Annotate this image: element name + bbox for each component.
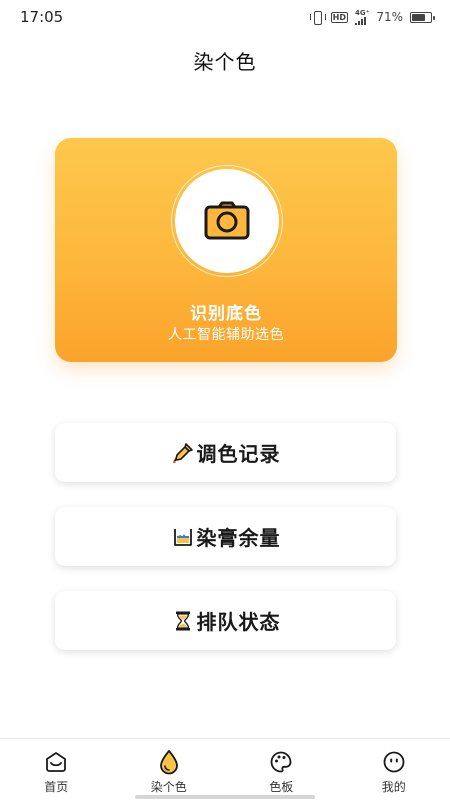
color-record-label: 调色记录 (196, 442, 281, 466)
home-icon (43, 749, 69, 775)
tab-me[interactable]: 我的 (338, 739, 450, 800)
camera-icon (204, 201, 250, 240)
status-icons: HD 4G⁺ 71% (309, 9, 435, 25)
status-time: 17:05 (20, 8, 64, 26)
camera-circle (175, 169, 279, 273)
battery-icon (410, 11, 435, 23)
dye-remaining-label: 染膏余量 (196, 526, 281, 550)
dropper-icon (171, 441, 195, 465)
hd-badge: HD (330, 11, 349, 23)
signal-icon: 4G⁺ (355, 9, 369, 25)
tab-home-label: 首页 (44, 780, 69, 794)
face-icon (381, 749, 407, 775)
queue-status-button[interactable]: 排队状态 (55, 591, 396, 650)
palette-icon (268, 749, 294, 775)
page-title: 染个色 (193, 50, 257, 74)
battery-percent: 71% (376, 10, 403, 24)
bottom-tab-bar: 首页 染个色 色板 我的 (0, 738, 450, 800)
drop-icon (156, 749, 182, 775)
status-bar: 17:05 HD 4G⁺ 71% (0, 0, 450, 34)
hero-title: 识别底色 (190, 304, 262, 324)
tab-home[interactable]: 首页 (0, 739, 113, 800)
home-indicator (135, 795, 315, 799)
hourglass-icon (171, 609, 195, 633)
color-record-button[interactable]: 调色记录 (55, 423, 396, 482)
tab-palette[interactable]: 色板 (225, 739, 338, 800)
hero-subtitle: 人工智能辅助选色 (168, 327, 284, 343)
dye-remaining-button[interactable]: 染膏余量 (55, 507, 396, 566)
queue-status-label: 排队状态 (196, 610, 281, 634)
container-icon (171, 525, 195, 549)
network-type: 4G⁺ (355, 9, 370, 17)
tab-me-label: 我的 (381, 780, 406, 794)
identify-base-color-card[interactable]: 识别底色 人工智能辅助选色 (55, 138, 397, 362)
tab-dye[interactable]: 染个色 (113, 739, 226, 800)
vibrate-icon (309, 11, 326, 25)
tab-dye-label: 染个色 (150, 780, 187, 794)
battery-fill (412, 13, 425, 21)
tab-palette-label: 色板 (269, 780, 294, 794)
